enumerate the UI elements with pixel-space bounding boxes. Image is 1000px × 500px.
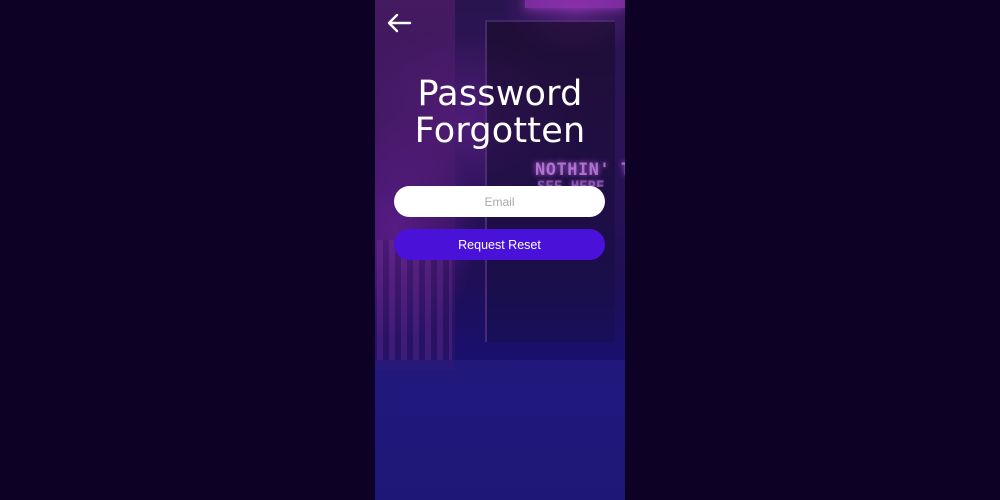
background-floor (375, 360, 625, 500)
page-backdrop: NOTHIN' TO SEE HERE Password Forgotten R… (0, 0, 1000, 500)
background-neon-light (525, 0, 625, 8)
arrow-left-icon (387, 13, 412, 33)
back-button[interactable] (385, 11, 413, 35)
email-field[interactable] (394, 186, 605, 217)
background-neon-sign: NOTHIN' TO (535, 160, 625, 180)
page-title: Password Forgotten (375, 76, 625, 150)
page-title-line-2: Forgotten (414, 111, 586, 151)
request-reset-button[interactable]: Request Reset (394, 229, 605, 260)
page-title-line-1: Password (417, 74, 583, 114)
mobile-screen: NOTHIN' TO SEE HERE Password Forgotten R… (375, 0, 625, 500)
